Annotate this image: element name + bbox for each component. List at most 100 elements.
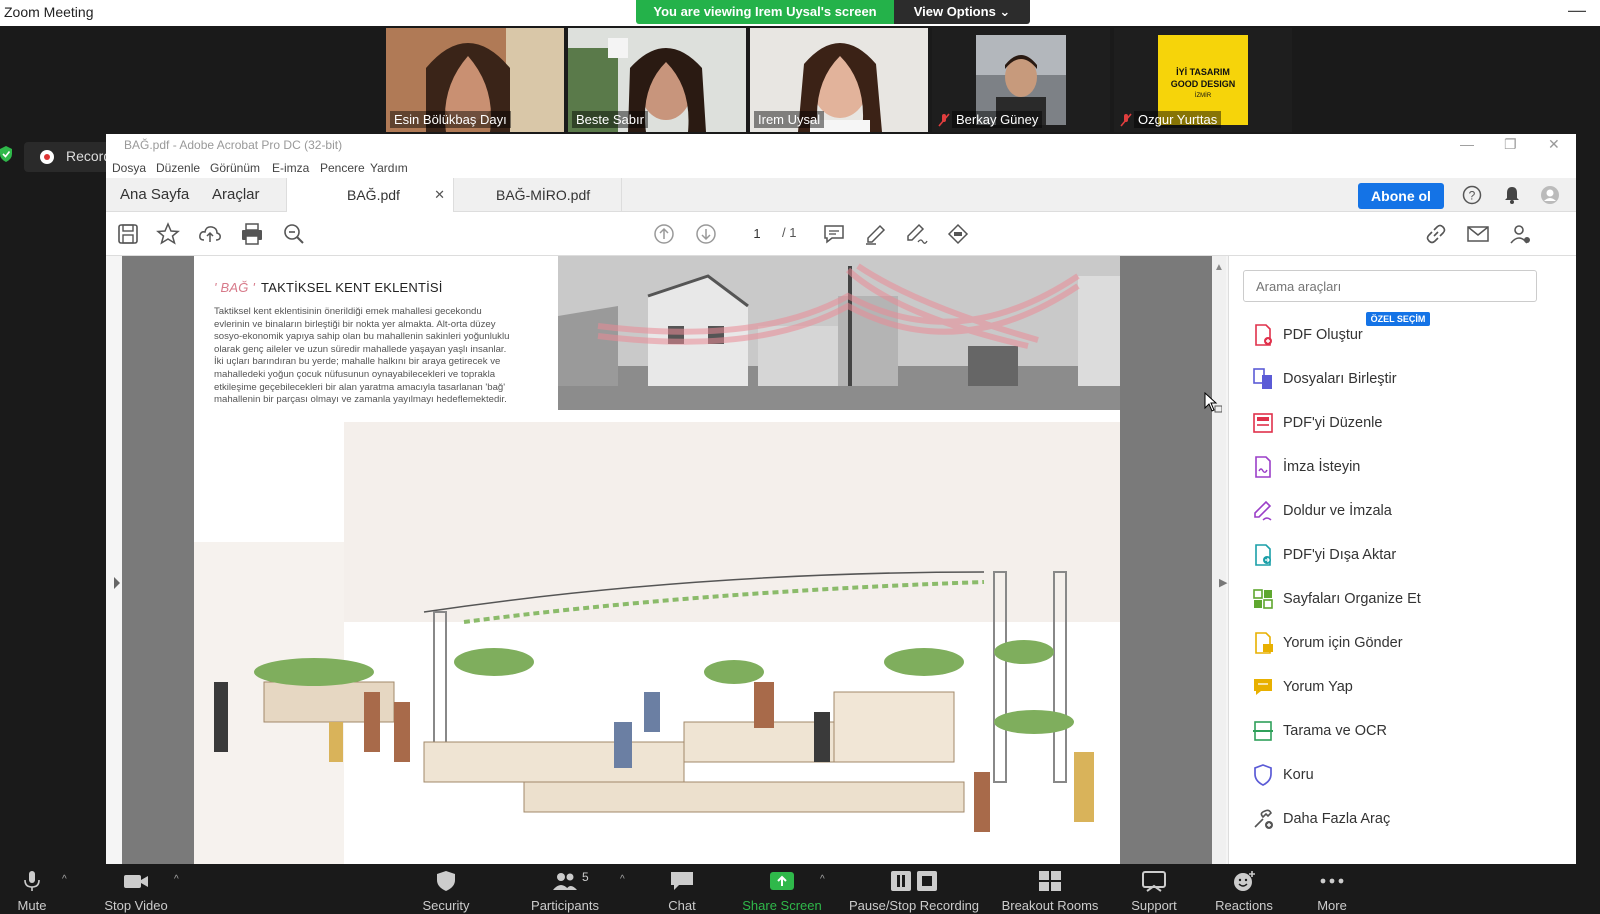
- menu-esign[interactable]: E-imza: [272, 161, 309, 175]
- tool-label: Dosyaları Birleştir: [1283, 371, 1397, 387]
- tool-scan-ocr[interactable]: Tarama ve OCR: [1251, 718, 1551, 746]
- tool-send-comment[interactable]: Yorum için Gönder: [1251, 630, 1551, 658]
- previous-page-icon[interactable]: [652, 222, 676, 246]
- vertical-scrollbar[interactable]: ▲: [1212, 256, 1226, 864]
- security-label: Security: [422, 898, 470, 913]
- participant-tile[interactable]: Esin Bölükbaş Dayı: [386, 28, 564, 132]
- share-user-icon[interactable]: [1508, 222, 1532, 246]
- participant-name: Irem Uysal: [754, 111, 825, 128]
- tool-protect[interactable]: Koru: [1251, 762, 1551, 790]
- support-label: Support: [1131, 898, 1177, 913]
- zoom-out-icon[interactable]: [282, 222, 306, 246]
- chat-button[interactable]: Chat: [650, 864, 714, 914]
- svg-text:?: ?: [1469, 189, 1476, 203]
- document-viewport[interactable]: ' BAĞ ' TAKTİKSEL KENT EKLENTİSİ Taktikse…: [114, 256, 1226, 864]
- minimize-button[interactable]: —: [1460, 136, 1474, 152]
- tab-tools[interactable]: Araçlar: [212, 186, 260, 203]
- svg-text:İZMİR: İZMİR: [1195, 92, 1212, 99]
- security-button[interactable]: Security: [414, 864, 478, 914]
- minimize-button[interactable]: —: [1568, 0, 1586, 21]
- tool-request-signature[interactable]: İmza İsteyin: [1251, 454, 1551, 482]
- tool-label: Yorum Yap: [1283, 679, 1353, 695]
- restore-button[interactable]: ❐: [1504, 136, 1517, 153]
- save-icon[interactable]: [116, 222, 140, 246]
- special-selection-badge: ÖZEL SEÇİM: [1366, 312, 1430, 326]
- scan-ocr-icon: [1253, 721, 1273, 741]
- expand-left-panel-icon[interactable]: [112, 576, 122, 590]
- tool-more-tools[interactable]: Daha Fazla Araç: [1251, 806, 1551, 834]
- video-options-caret[interactable]: ^: [174, 874, 179, 885]
- body-line: Taktiksel kent eklentisinin önerildiği e…: [214, 306, 482, 317]
- tool-comment[interactable]: Yorum Yap: [1251, 674, 1551, 702]
- participant-tile[interactable]: Berkay Güney: [932, 28, 1110, 132]
- participants-options-caret[interactable]: ^: [620, 874, 625, 885]
- tool-label: PDF Oluştur: [1283, 327, 1363, 343]
- share-link-icon[interactable]: [1424, 222, 1448, 246]
- mute-label: Mute: [17, 898, 47, 913]
- reactions-button[interactable]: Reactions: [1206, 864, 1282, 914]
- collapse-panel-icon[interactable]: ▶: [1219, 576, 1227, 589]
- participant-tile[interactable]: Irem Uysal: [750, 28, 928, 132]
- menu-view[interactable]: Görünüm: [210, 161, 260, 175]
- participant-name: Esin Bölükbaş Dayı: [390, 111, 511, 128]
- menu-edit[interactable]: Düzenle: [156, 161, 200, 175]
- next-page-icon[interactable]: [694, 222, 718, 246]
- subscribe-button[interactable]: Abone ol: [1358, 183, 1444, 209]
- page-number-input[interactable]: 1: [742, 224, 772, 244]
- share-screen-button[interactable]: Share Screen: [736, 864, 828, 914]
- body-line: sosyo-ekonomik yapıya sahip olan bu maha…: [214, 331, 510, 343]
- account-icon[interactable]: [1540, 185, 1560, 205]
- scroll-up-icon[interactable]: ▲: [1214, 262, 1224, 273]
- pause-stop-recording-button[interactable]: Pause/Stop Recording: [844, 864, 984, 914]
- cloud-upload-icon[interactable]: [198, 222, 222, 246]
- menu-file[interactable]: Dosya: [112, 161, 146, 175]
- menu-help[interactable]: Yardım: [370, 161, 408, 175]
- stop-video-button[interactable]: Stop Video: [96, 864, 176, 914]
- more-button[interactable]: More: [1300, 864, 1364, 914]
- close-button[interactable]: ✕: [1548, 136, 1560, 153]
- garden-illustration: [194, 422, 1120, 864]
- highlight-pen-icon[interactable]: [864, 222, 888, 246]
- tool-organize-pages[interactable]: Sayfaları Organize Et: [1251, 586, 1551, 614]
- share-screen-icon: [770, 872, 794, 890]
- bell-icon[interactable]: [1502, 185, 1522, 205]
- mute-options-caret[interactable]: ^: [62, 874, 67, 885]
- tool-combine-files[interactable]: Dosyaları Birleştir: [1251, 366, 1551, 394]
- share-options-caret[interactable]: ^: [820, 874, 825, 885]
- help-icon[interactable]: ?: [1462, 185, 1482, 205]
- tool-create-pdf[interactable]: PDF Oluştur: [1251, 322, 1551, 350]
- security-shield-icon: [0, 146, 12, 162]
- participants-button[interactable]: 5 Participants: [520, 864, 610, 914]
- tab-document-bag[interactable]: BAĞ.pdf ✕: [286, 178, 454, 212]
- email-icon[interactable]: [1466, 222, 1490, 246]
- muted-mic-icon: [1120, 113, 1132, 127]
- sign-icon[interactable]: [904, 222, 928, 246]
- send-comment-icon: [1255, 632, 1273, 654]
- view-options-button[interactable]: View Options ⌄: [894, 0, 1030, 24]
- comment-icon[interactable]: [822, 222, 846, 246]
- star-icon[interactable]: [156, 222, 180, 246]
- tab-home[interactable]: Ana Sayfa: [120, 186, 189, 203]
- tool-label: PDF'yi Dışa Aktar: [1283, 547, 1397, 563]
- close-tab-icon[interactable]: ✕: [434, 178, 445, 212]
- participant-tile[interactable]: İYİ TASARIM GOOD DESIGN İZMİR Ozgur Yurt…: [1114, 28, 1292, 132]
- heading-text: TAKTİKSEL KENT EKLENTİSİ: [261, 280, 443, 295]
- breakout-rooms-button[interactable]: Breakout Rooms: [994, 864, 1106, 914]
- mute-button[interactable]: Mute: [0, 864, 64, 914]
- redact-icon[interactable]: [946, 222, 970, 246]
- tool-export-pdf[interactable]: PDF'yi Dışa Aktar: [1251, 542, 1551, 570]
- participants-label: Participants: [531, 898, 599, 913]
- tool-edit-pdf[interactable]: PDF'yi Düzenle: [1251, 410, 1551, 438]
- menu-window[interactable]: Pencere: [320, 161, 365, 175]
- support-button[interactable]: Support: [1118, 864, 1190, 914]
- reactions-label: Reactions: [1215, 898, 1273, 913]
- tools-search-input[interactable]: [1243, 270, 1537, 302]
- tab-document-bag-miro[interactable]: BAĞ-MİRO.pdf: [454, 178, 622, 212]
- tool-fill-sign[interactable]: Doldur ve İmzala: [1251, 498, 1551, 526]
- recording-dot-icon: [40, 150, 54, 164]
- print-icon[interactable]: [240, 222, 264, 246]
- body-line: evlerinin ve binaların birleştiği bir no…: [214, 318, 496, 330]
- participant-name: Berkay Güney: [952, 111, 1043, 128]
- participant-tile[interactable]: Beste Sabır: [568, 28, 746, 132]
- street-photo: [558, 256, 1120, 410]
